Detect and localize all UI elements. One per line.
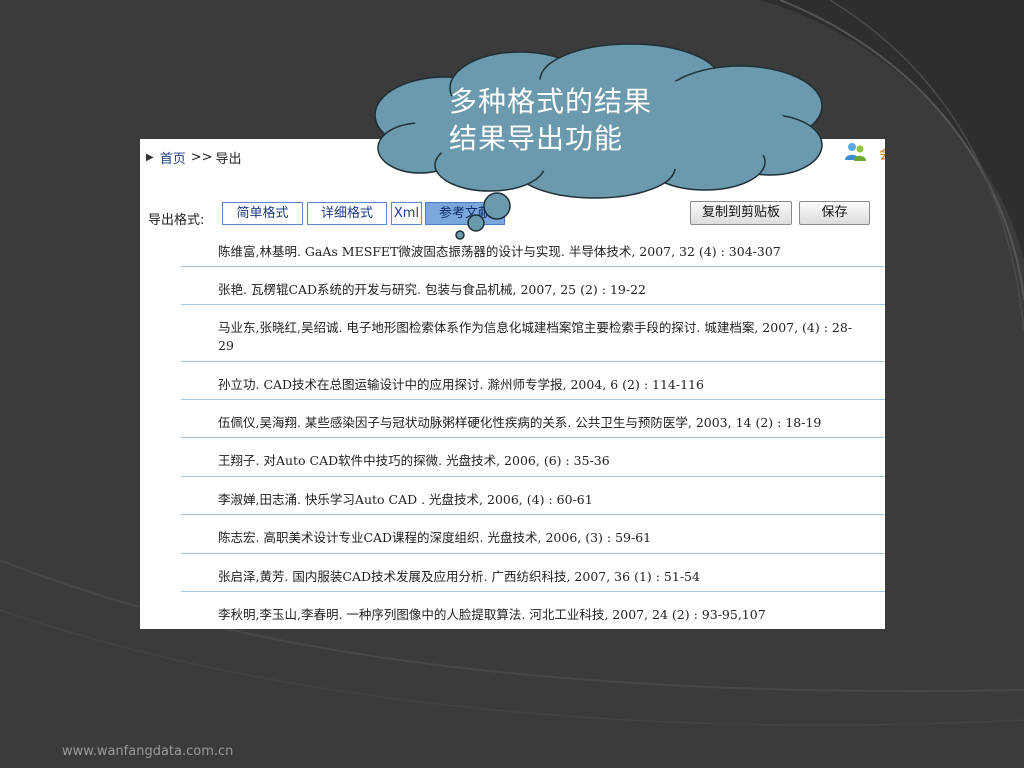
callout-line-1: 多种格式的结果 [449,85,653,118]
footer-url: www.wanfangdata.com.cn [62,744,234,759]
callout-text: 多种格式的结果 结果导出功能 [449,83,709,157]
callout-line-2: 结果导出功能 [449,122,624,155]
